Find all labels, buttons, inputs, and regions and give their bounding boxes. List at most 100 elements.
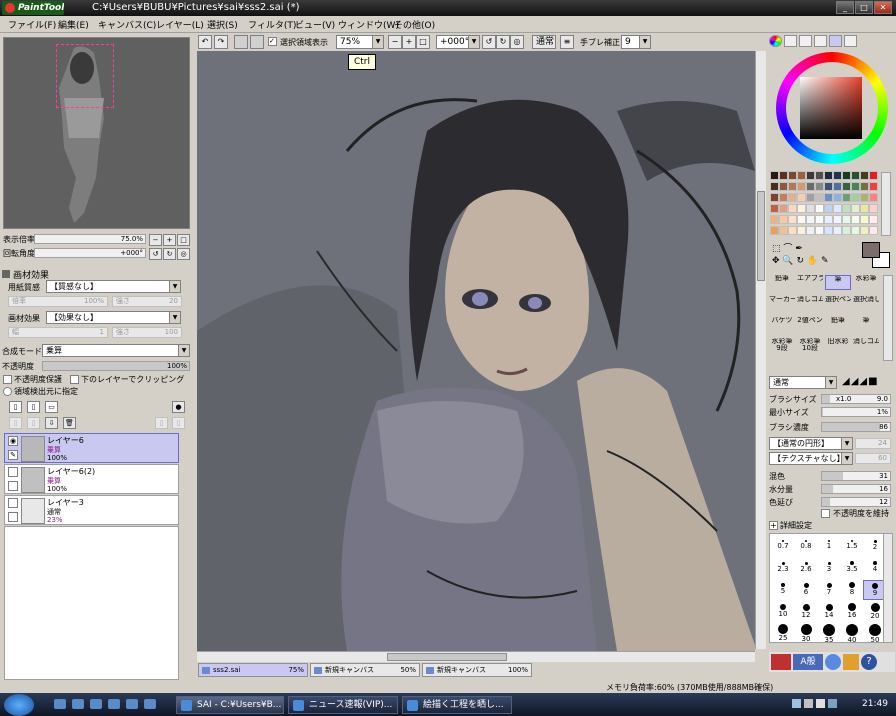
brush-size-scrollbar[interactable]	[883, 533, 893, 643]
color-swatch[interactable]	[806, 226, 815, 235]
menu-layer[interactable]: レイヤー(L)	[156, 18, 204, 31]
zoom-select[interactable]: 75% ▼	[336, 35, 384, 49]
clear-layer-button[interactable]: ▯	[155, 417, 168, 429]
brush-size-slider[interactable]: x1.0 9.0	[821, 394, 891, 404]
color-swatch[interactable]	[788, 226, 797, 235]
color-swatch[interactable]	[779, 182, 788, 191]
pen-lock-icon[interactable]	[8, 512, 18, 522]
color-swatch[interactable]	[842, 171, 851, 180]
color-swatch[interactable]	[779, 215, 788, 224]
color-extend-slider[interactable]: 12	[821, 497, 891, 507]
pen-lock-icon[interactable]	[8, 481, 18, 491]
swatch-scrollbar[interactable]	[881, 172, 891, 236]
tool-preset[interactable]: 筆	[853, 317, 879, 332]
tool-preset[interactable]: 消しゴム	[853, 338, 879, 353]
color-swatch[interactable]	[851, 171, 860, 180]
show-desktop-icon[interactable]	[54, 699, 66, 709]
color-swatch[interactable]	[842, 182, 851, 191]
color-swatch[interactable]	[770, 226, 779, 235]
taskbar-item-sai[interactable]: SAI - C:¥Users¥B...	[176, 696, 284, 714]
tool-preset[interactable]: 筆	[825, 275, 851, 290]
brush-size-preset[interactable]: 12	[794, 602, 818, 622]
color-swatch[interactable]	[869, 204, 878, 213]
color-swatch[interactable]	[806, 182, 815, 191]
color-swatch[interactable]	[833, 182, 842, 191]
keep-opacity-checkbox[interactable]	[821, 509, 830, 518]
color-swatch[interactable]	[833, 171, 842, 180]
tool-preset[interactable]: 消しゴム	[797, 296, 823, 311]
color-swatch[interactable]	[770, 215, 779, 224]
paper-strength-field[interactable]: 強さ 20	[112, 296, 182, 307]
paper-scale-field[interactable]: 倍率 100%	[8, 296, 108, 307]
maximize-button[interactable]: □	[855, 1, 873, 14]
system-tray-icons[interactable]	[792, 699, 852, 711]
copy-layer-button[interactable]: ▯	[9, 417, 22, 429]
horizontal-scrollbar[interactable]	[197, 651, 755, 662]
color-swatch[interactable]	[824, 171, 833, 180]
rotation-slider[interactable]: +000°	[34, 248, 146, 258]
preserve-opacity-checkbox[interactable]	[3, 375, 12, 384]
color-swatch[interactable]	[797, 171, 806, 180]
hsv-slider-tab-icon[interactable]	[799, 35, 812, 47]
color-swatch[interactable]	[851, 182, 860, 191]
zoom-reset-button[interactable]: □	[416, 35, 430, 49]
invert-selection-button[interactable]	[250, 35, 264, 49]
undo-button[interactable]: ↶	[198, 35, 212, 49]
color-swatch[interactable]	[806, 193, 815, 202]
foreground-color-swatch[interactable]	[862, 242, 880, 258]
color-swatch[interactable]	[842, 204, 851, 213]
color-swatch[interactable]	[815, 226, 824, 235]
brush-size-preset[interactable]: 25	[771, 624, 795, 644]
brush-size-preset[interactable]: 8	[840, 580, 864, 600]
brush-size-preset[interactable]: 0.7	[771, 536, 795, 556]
color-swatch[interactable]	[788, 171, 797, 180]
brush-shape-select[interactable]: 【通常の円形】 ▼	[769, 437, 853, 450]
canvas-tab[interactable]: 新規キャンバス 100%	[422, 663, 532, 677]
color-wheel-tab-icon[interactable]	[769, 35, 782, 47]
color-swatch[interactable]	[788, 182, 797, 191]
quicklaunch-icon[interactable]	[126, 699, 138, 709]
brush-size-preset[interactable]: 1	[817, 536, 841, 556]
color-swatch[interactable]	[869, 171, 878, 180]
drawing-canvas[interactable]	[197, 51, 755, 651]
rotate-reset-button[interactable]: ◎	[510, 35, 524, 49]
color-swatch[interactable]	[833, 215, 842, 224]
brush-size-preset[interactable]: 3	[817, 558, 841, 578]
color-swatch[interactable]	[806, 204, 815, 213]
color-swatch[interactable]	[770, 182, 779, 191]
canvas-tab[interactable]: 新規キャンバス 50%	[310, 663, 420, 677]
navigator-viewport-frame[interactable]	[56, 44, 114, 108]
blend-slider[interactable]: 31	[821, 471, 891, 481]
move-zoom-rotate-hand-icons[interactable]: ✥ 🔍 ↻ ✋ ✎	[772, 256, 828, 266]
tool-preset[interactable]: 鉛筆	[769, 275, 795, 290]
color-swatch[interactable]	[869, 182, 878, 191]
brush-size-preset[interactable]: 30	[794, 624, 818, 644]
color-swatch[interactable]	[815, 215, 824, 224]
zoom-in-button[interactable]: +	[402, 35, 416, 49]
color-swatch[interactable]	[779, 204, 788, 213]
swatches-tab-icon[interactable]	[829, 35, 842, 47]
saturation-value-picker[interactable]	[800, 77, 862, 139]
layer-item[interactable]: ◉ ✎ レイヤー6 乗算 100%	[4, 433, 179, 463]
menu-select[interactable]: 選択(S)	[207, 18, 238, 31]
layer-blend-select[interactable]: 乗算 ▼	[42, 344, 190, 357]
brush-shape-strength[interactable]: 24	[855, 438, 891, 449]
tool-grid-scrollbar[interactable]	[883, 275, 893, 361]
menu-canvas[interactable]: キャンバス(C)	[98, 18, 156, 31]
nav-zoom-in-button[interactable]: +	[163, 234, 176, 246]
color-swatch[interactable]	[815, 182, 824, 191]
rotation-select[interactable]: +000° ▼	[436, 35, 480, 49]
ime-mode-icon[interactable]: A般	[793, 654, 823, 670]
ime-pad-icon[interactable]	[843, 654, 859, 670]
color-swatch[interactable]	[851, 226, 860, 235]
brush-texture-strength[interactable]: 60	[855, 453, 891, 464]
tool-preset[interactable]: 水彩筆 9段	[769, 338, 795, 353]
brush-size-preset[interactable]: 35	[817, 624, 841, 644]
ime-settings-icon[interactable]	[825, 654, 841, 670]
min-size-slider[interactable]: 1%	[821, 407, 891, 417]
tool-preset[interactable]: 旧水彩	[825, 338, 851, 353]
color-swatch[interactable]	[824, 182, 833, 191]
minimize-button[interactable]: _	[836, 1, 854, 14]
color-swatch[interactable]	[770, 204, 779, 213]
paper-texture-select[interactable]: 【質感なし】 ▼	[46, 280, 181, 293]
